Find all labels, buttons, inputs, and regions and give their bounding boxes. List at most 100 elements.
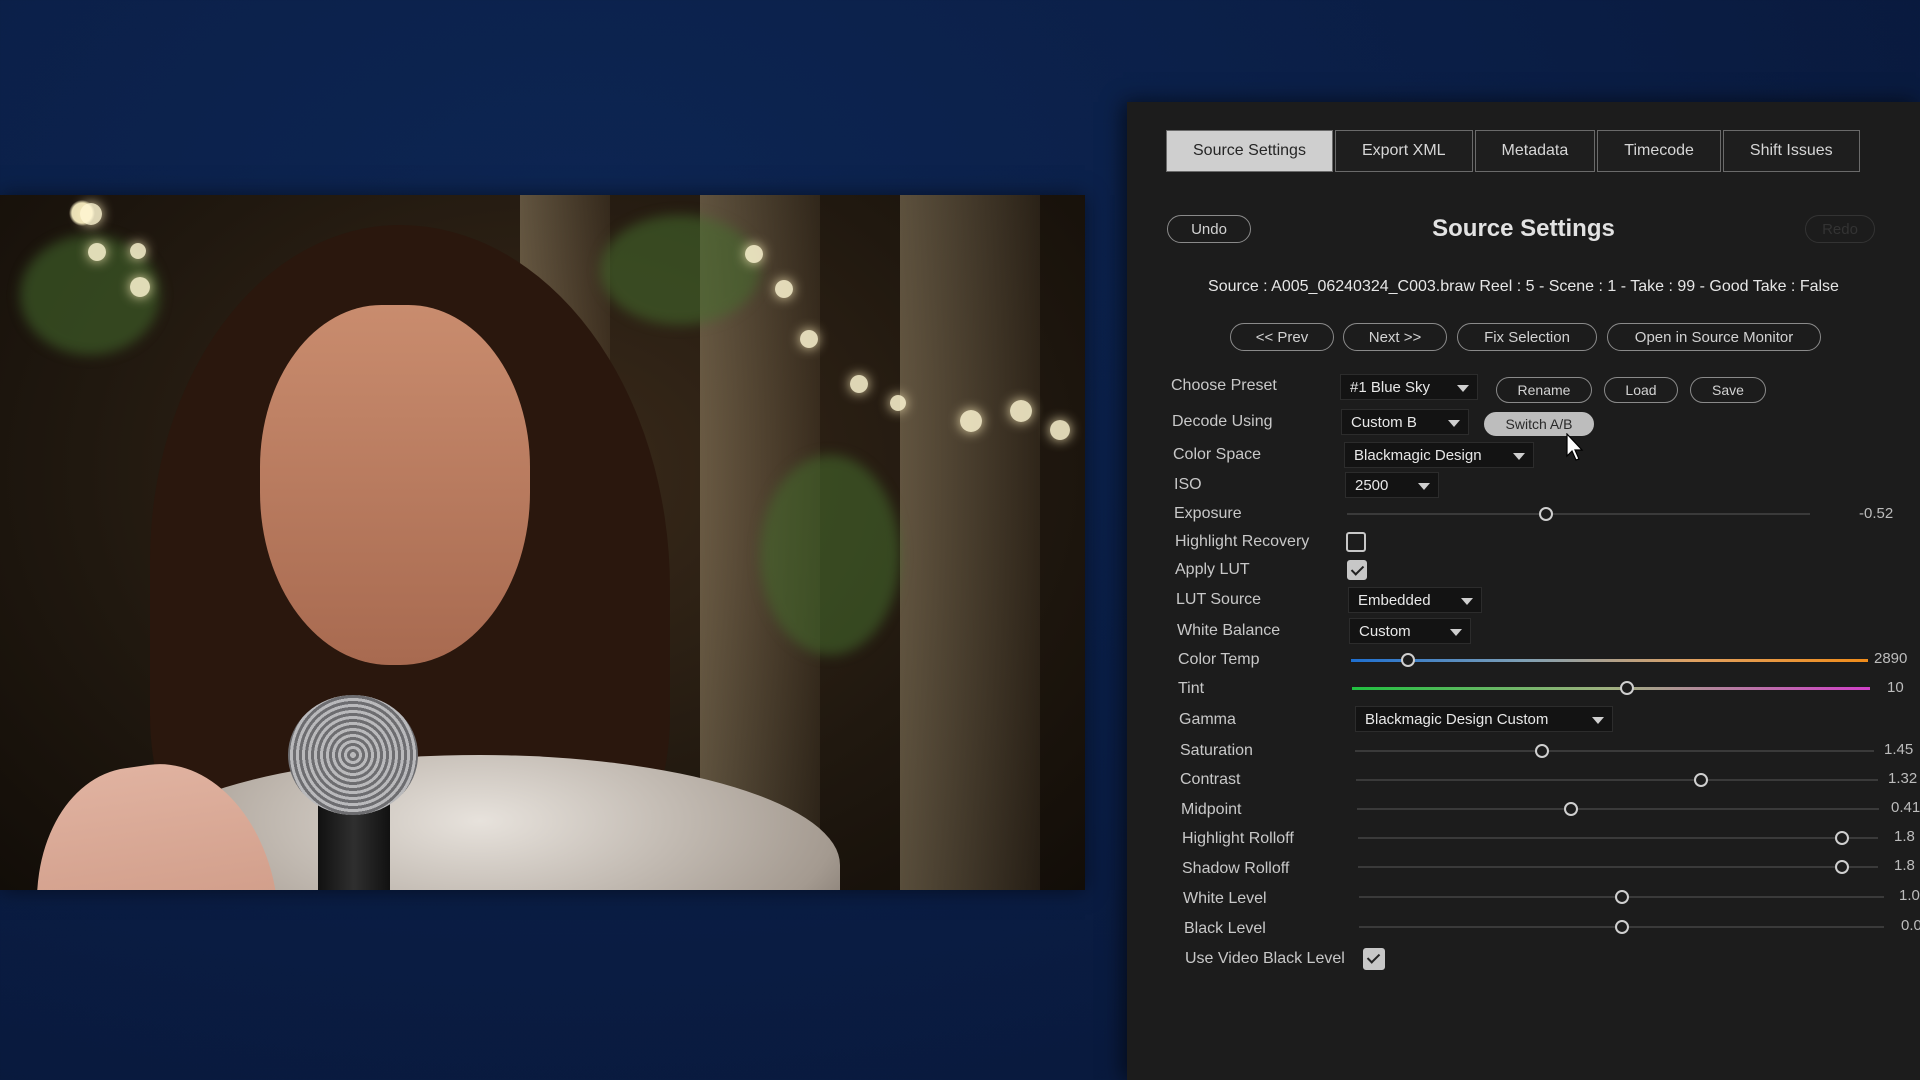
exposure-label: Exposure [1174, 505, 1242, 522]
gamma-dropdown[interactable]: Blackmagic Design Custom [1355, 706, 1613, 732]
use-video-black-level-checkbox[interactable] [1363, 948, 1385, 970]
chevron-down-icon [1448, 420, 1460, 427]
chevron-down-icon [1457, 385, 1469, 392]
foliage [760, 455, 900, 655]
gamma-label: Gamma [1179, 711, 1236, 728]
saturation-label: Saturation [1180, 742, 1253, 759]
tab-bar: Source Settings Export XML Metadata Time… [1166, 130, 1862, 172]
color-temp-slider-handle[interactable] [1400, 653, 1415, 667]
prev-button[interactable]: << Prev [1230, 323, 1334, 351]
bokeh-light [745, 245, 763, 263]
microphone-icon [288, 695, 418, 815]
bokeh-light [800, 330, 818, 348]
tab-metadata[interactable]: Metadata [1474, 130, 1596, 172]
tab-source-settings[interactable]: Source Settings [1166, 130, 1333, 172]
shadow-rolloff-label: Shadow Rolloff [1182, 860, 1290, 877]
highlight-rolloff-label: Highlight Rolloff [1182, 830, 1294, 847]
saturation-slider-handle[interactable] [1534, 744, 1549, 758]
background-curtain [900, 195, 1040, 890]
shadow-rolloff-slider[interactable] [1358, 866, 1878, 868]
white-level-label: White Level [1183, 890, 1267, 907]
shadow-rolloff-value: 1.8 [1894, 857, 1915, 874]
lut-source-dropdown[interactable]: Embedded [1348, 587, 1482, 613]
tab-timecode[interactable]: Timecode [1597, 130, 1721, 172]
use-video-black-level-label: Use Video Black Level [1185, 950, 1345, 967]
color-space-label: Color Space [1173, 446, 1262, 463]
bokeh-light [80, 203, 102, 225]
preset-dropdown[interactable]: #1 Blue Sky [1340, 374, 1478, 400]
iso-label: ISO [1174, 476, 1202, 493]
white-balance-label: White Balance [1177, 622, 1281, 639]
chevron-down-icon [1592, 717, 1604, 724]
highlight-rolloff-slider[interactable] [1358, 837, 1878, 839]
white-level-slider-handle[interactable] [1614, 890, 1629, 904]
tint-slider-handle[interactable] [1619, 681, 1634, 695]
bokeh-light [1010, 400, 1032, 422]
color-temp-value: 2890 [1874, 650, 1908, 667]
black-level-label: Black Level [1184, 920, 1266, 937]
chevron-down-icon [1450, 629, 1462, 636]
midpoint-slider[interactable] [1357, 808, 1879, 810]
contrast-value: 1.32 [1888, 770, 1918, 787]
bokeh-light [130, 277, 150, 297]
chevron-down-icon [1461, 598, 1473, 605]
foliage [600, 215, 760, 325]
iso-value: 2500 [1355, 477, 1389, 494]
fix-selection-button[interactable]: Fix Selection [1457, 323, 1597, 351]
save-button[interactable]: Save [1690, 377, 1766, 403]
highlight-recovery-checkbox[interactable] [1346, 532, 1366, 552]
gamma-value: Blackmagic Design Custom [1365, 711, 1549, 728]
rename-button[interactable]: Rename [1496, 377, 1592, 403]
tab-shift-issues[interactable]: Shift Issues [1722, 130, 1860, 172]
color-space-dropdown[interactable]: Blackmagic Design [1344, 442, 1534, 468]
source-settings-panel: Source Settings Export XML Metadata Time… [1127, 102, 1920, 1080]
highlight-rolloff-value: 1.8 [1894, 828, 1915, 845]
exposure-slider[interactable] [1347, 513, 1810, 515]
tint-slider[interactable] [1352, 687, 1870, 690]
exposure-value: -0.52 [1859, 505, 1894, 522]
midpoint-slider-handle[interactable] [1564, 802, 1579, 816]
contrast-slider[interactable] [1356, 779, 1878, 781]
midpoint-label: Midpoint [1181, 801, 1242, 818]
shadow-rolloff-slider-handle[interactable] [1834, 860, 1849, 874]
lut-source-label: LUT Source [1176, 591, 1262, 608]
black-level-slider-handle[interactable] [1614, 920, 1629, 934]
load-button[interactable]: Load [1604, 377, 1678, 403]
bokeh-light [890, 395, 906, 411]
video-preview [0, 195, 1085, 890]
tint-label: Tint [1178, 680, 1205, 697]
choose-preset-label: Choose Preset [1171, 377, 1277, 394]
decode-dropdown[interactable]: Custom B [1341, 409, 1469, 435]
next-button[interactable]: Next >> [1343, 323, 1447, 351]
tint-value: 10 [1887, 679, 1904, 696]
bokeh-light [960, 410, 982, 432]
source-info: Source : A005_06240324_C003.braw Reel : … [1208, 278, 1839, 295]
white-balance-dropdown[interactable]: Custom [1349, 618, 1471, 644]
exposure-slider-handle[interactable] [1539, 507, 1554, 521]
highlight-rolloff-slider-handle[interactable] [1834, 831, 1849, 845]
highlight-recovery-label: Highlight Recovery [1175, 533, 1310, 550]
lut-source-value: Embedded [1358, 592, 1431, 609]
bokeh-light [1050, 420, 1070, 440]
bokeh-light [88, 243, 106, 261]
open-in-source-monitor-button[interactable]: Open in Source Monitor [1607, 323, 1821, 351]
singer-face [260, 305, 530, 665]
bokeh-light [775, 280, 793, 298]
color-space-value: Blackmagic Design [1354, 447, 1482, 464]
contrast-label: Contrast [1180, 771, 1241, 788]
redo-button[interactable]: Redo [1805, 215, 1875, 243]
page-title: Source Settings [1432, 215, 1615, 242]
contrast-slider-handle[interactable] [1693, 773, 1708, 787]
saturation-slider[interactable] [1355, 750, 1874, 752]
decode-value: Custom B [1351, 414, 1417, 431]
apply-lut-checkbox[interactable] [1347, 560, 1367, 580]
apply-lut-label: Apply LUT [1175, 561, 1250, 578]
bokeh-light [850, 375, 868, 393]
iso-dropdown[interactable]: 2500 [1345, 472, 1439, 498]
chevron-down-icon [1418, 483, 1430, 490]
color-temp-slider[interactable] [1351, 659, 1868, 662]
white-level-value: 1.0 [1899, 887, 1920, 904]
chevron-down-icon [1513, 453, 1525, 460]
black-level-value: 0.0 [1901, 917, 1920, 934]
tab-export-xml[interactable]: Export XML [1334, 130, 1473, 172]
